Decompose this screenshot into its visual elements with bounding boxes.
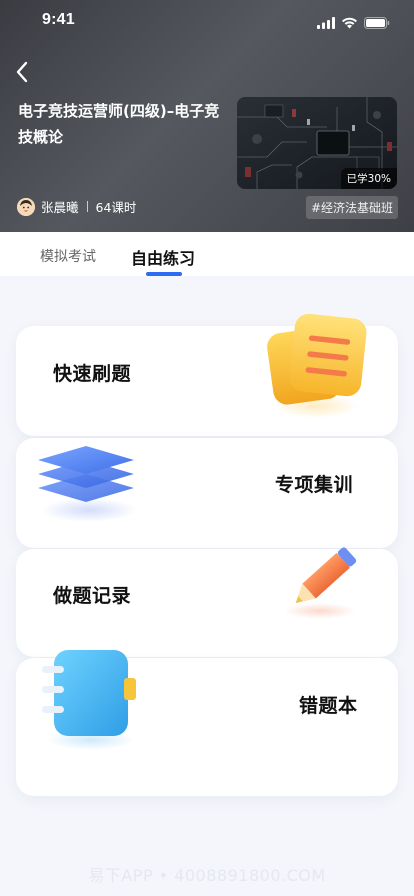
watermark: 易下APP • 4008891800.COM	[88, 866, 326, 885]
progress-badge: 已学30%	[340, 168, 397, 189]
notebook-icon	[36, 644, 146, 758]
tab-free-practice[interactable]: 自由练习	[131, 245, 195, 269]
card-label: 快速刷题	[53, 363, 132, 385]
practice-tabs: 模拟考试 自由练习	[0, 232, 414, 276]
chevron-left-icon	[16, 61, 28, 83]
course-title: 电子竞技运营师(四级)–电子竞技概论	[18, 102, 220, 146]
card-special-training[interactable]: 专项集训	[16, 438, 398, 548]
status-bar: 9:41	[0, 0, 414, 44]
tab-indicator	[146, 272, 182, 276]
avatar	[17, 197, 35, 216]
back-button[interactable]	[6, 56, 38, 88]
status-time: 9:41	[42, 11, 75, 28]
card-label: 做题记录	[53, 585, 132, 607]
status-icons	[317, 14, 390, 33]
battery-icon	[364, 14, 390, 33]
card-label: 错题本	[299, 695, 358, 717]
pencil-icon	[268, 543, 368, 637]
lesson-count: 64课时	[95, 200, 137, 215]
layers-icon	[34, 426, 144, 530]
teacher-info: 张晨曦 64课时	[17, 197, 136, 216]
teacher-name: 张晨曦	[41, 200, 79, 215]
course-header: 9:41 电子竞技运营师(四级)–电子竞技概论 已学30% 张晨曦 64课时 #…	[0, 0, 414, 232]
card-practice-record[interactable]: 做题记录	[16, 547, 398, 657]
card-wrong-questions[interactable]: 错题本	[16, 650, 398, 796]
course-thumbnail[interactable]: 已学30%	[237, 97, 397, 189]
tab-mock-exam[interactable]: 模拟考试	[40, 246, 96, 266]
class-tag[interactable]: #经济法基础班	[305, 196, 398, 219]
card-label: 专项集训	[275, 474, 354, 496]
card-quick-practice[interactable]: 快速刷题	[16, 313, 398, 436]
notes-icon	[264, 310, 374, 424]
signal-icon	[317, 14, 335, 33]
divider	[86, 201, 88, 212]
wifi-icon	[341, 14, 358, 33]
